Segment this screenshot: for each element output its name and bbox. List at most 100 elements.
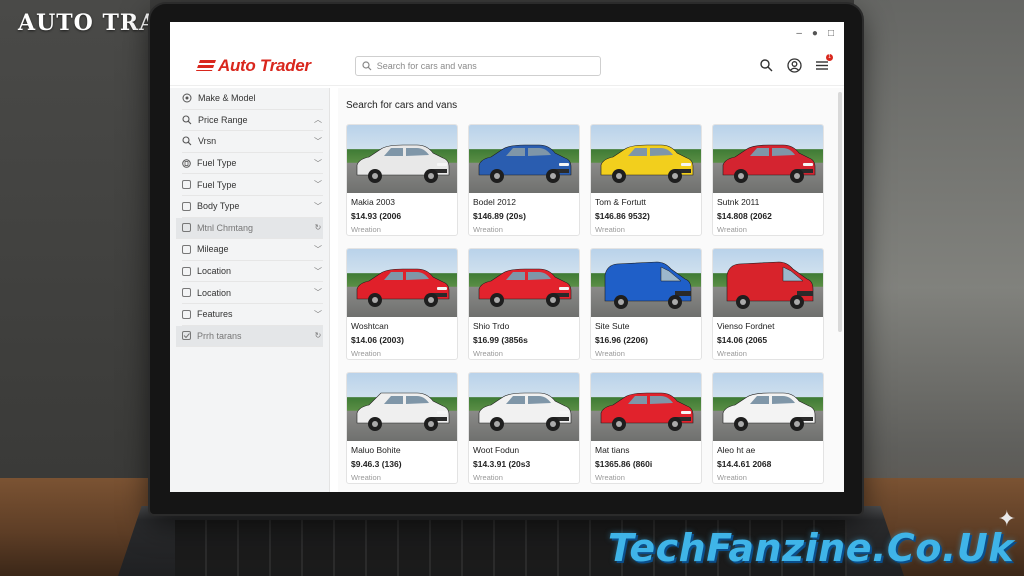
filter-label: Vrsn	[198, 136, 217, 147]
window-controls: – ● □	[796, 28, 834, 39]
search-icon	[182, 115, 192, 125]
checkbox-icon[interactable]	[182, 288, 191, 298]
refresh-icon[interactable]: ↻	[313, 331, 323, 340]
search-icon[interactable]	[758, 58, 774, 74]
listing-title[interactable]: Maluo Bohite	[351, 445, 453, 457]
listing-price: $9.46.3 (136)	[351, 459, 402, 469]
listing-card[interactable]: Site Sute $16.96 (2206) Wreation	[590, 248, 702, 360]
listing-location: Wreation	[595, 349, 625, 358]
checkbox-icon[interactable]	[182, 223, 191, 233]
chevron-up-icon[interactable]: ︿	[313, 114, 323, 125]
listing-title[interactable]: Bodel 2012	[473, 197, 575, 209]
checkbox-icon[interactable]	[182, 309, 191, 319]
filter-sidebar: Make & Model Price Range ︿ Vrsn ﹀ Fuel Type ﹀ F…	[170, 88, 330, 492]
filter-5[interactable]: Body Type ﹀	[182, 196, 323, 218]
car-photo[interactable]	[591, 249, 701, 317]
maximize-icon[interactable]: ●	[812, 28, 818, 39]
logo-text: Auto Trader	[218, 55, 311, 75]
listing-card[interactable]: Woot Fodun $14.3.91 (20s3 Wreation	[468, 372, 580, 484]
listing-title[interactable]: Woshtcan	[351, 321, 453, 333]
listing-card[interactable]: Vienso Fordnet $14.06 (2065 Wreation	[712, 248, 824, 360]
filter-11[interactable]: Prrh tarans ↻	[176, 325, 323, 348]
chevron-down-icon[interactable]: ﹀	[313, 136, 323, 147]
filter-8[interactable]: Location ﹀	[182, 261, 323, 283]
listing-price: $14.06 (2065	[717, 335, 768, 345]
minimize-icon[interactable]: –	[796, 28, 802, 39]
search-input[interactable]	[376, 60, 577, 71]
listing-location: Wreation	[473, 349, 503, 358]
listing-price: $14.93 (2006	[351, 211, 402, 221]
chevron-down-icon[interactable]: ﹀	[313, 179, 323, 190]
listing-price: $16.99 (3856s	[473, 335, 528, 345]
car-photo[interactable]	[469, 249, 579, 317]
page-title: Search for cars and vans	[346, 100, 458, 111]
header-actions: 1	[758, 53, 833, 74]
car-photo[interactable]	[469, 373, 579, 441]
listing-title[interactable]: Vienso Fordnet	[717, 321, 819, 333]
listing-location: Wreation	[717, 349, 747, 358]
listing-location: Wreation	[351, 225, 381, 234]
car-photo[interactable]	[591, 373, 701, 441]
checkbox-icon[interactable]	[182, 201, 191, 211]
filter-3[interactable]: Fuel Type ﹀	[182, 153, 323, 175]
listing-card[interactable]: Tom & Fortutt $146.86 9532) Wreation	[590, 124, 702, 236]
notification-badge: 1	[826, 53, 833, 61]
listing-title[interactable]: Site Sute	[595, 321, 697, 333]
refresh-icon[interactable]: ↻	[313, 223, 323, 232]
car-photo[interactable]	[713, 249, 823, 317]
listing-card[interactable]: Mat tians $1365.86 (860i Wreation	[590, 372, 702, 484]
listing-card[interactable]: Woshtcan $14.06 (2003) Wreation	[346, 248, 458, 360]
results-panel: Search for cars and vans Makia 2003 $14.9…	[338, 88, 844, 492]
listing-card[interactable]: Sutnk 2011 $14.808 (2062 Wreation	[712, 124, 824, 236]
chevron-down-icon[interactable]: ﹀	[313, 244, 323, 255]
listing-title[interactable]: Tom & Fortutt	[595, 197, 697, 209]
auto-trader-logo[interactable]: Auto Trader	[195, 55, 311, 76]
filter-6[interactable]: Mtnl Chmtang ↻	[176, 217, 323, 240]
listing-title[interactable]: Woot Fodun	[473, 445, 575, 457]
chevron-down-icon[interactable]: ﹀	[313, 287, 323, 298]
chevron-down-icon[interactable]: ﹀	[313, 158, 323, 169]
filter-0[interactable]: Make & Model	[182, 88, 323, 110]
car-photo[interactable]	[347, 249, 457, 317]
listing-grid: Makia 2003 $14.93 (2006 Wreation Bodel 2012…	[346, 124, 828, 484]
car-photo[interactable]	[591, 125, 701, 193]
listing-title[interactable]: Shio Trdo	[473, 321, 575, 333]
listing-card[interactable]: Aleo ht ae $14.4.61 2068 Wreation	[712, 372, 824, 484]
listing-card[interactable]: Shio Trdo $16.99 (3856s Wreation	[468, 248, 580, 360]
menu-icon[interactable]: 1	[814, 53, 833, 74]
search-box[interactable]	[354, 55, 601, 76]
chevron-down-icon[interactable]: ﹀	[313, 266, 323, 277]
listing-price: $1365.86 (860i	[595, 459, 653, 469]
checkbox-icon[interactable]	[182, 244, 191, 254]
filter-4[interactable]: Fuel Type ﹀	[182, 174, 323, 196]
listing-title[interactable]: Sutnk 2011	[717, 197, 819, 209]
checkbox-checked-icon[interactable]	[182, 331, 191, 341]
checkbox-icon[interactable]	[182, 266, 191, 276]
user-icon[interactable]	[786, 58, 802, 74]
listing-title[interactable]: Mat tians	[595, 445, 697, 457]
close-icon[interactable]: □	[828, 28, 834, 39]
filter-9[interactable]: Location ﹀	[182, 282, 323, 304]
listing-card[interactable]: Makia 2003 $14.93 (2006 Wreation	[346, 124, 458, 236]
filter-7[interactable]: Mileage ﹀	[182, 239, 323, 261]
chevron-down-icon[interactable]: ﹀	[313, 201, 323, 212]
car-photo[interactable]	[713, 373, 823, 441]
listing-price: $146.89 (20s)	[473, 211, 526, 221]
checkbox-icon[interactable]	[182, 180, 191, 190]
car-photo[interactable]	[469, 125, 579, 193]
filter-10[interactable]: Features ﹀	[182, 304, 323, 326]
make-icon	[182, 93, 192, 103]
listing-title[interactable]: Makia 2003	[351, 197, 453, 209]
scrollbar[interactable]	[838, 92, 842, 332]
chevron-down-icon[interactable]: ﹀	[313, 309, 323, 320]
listing-title[interactable]: Aleo ht ae	[717, 445, 819, 457]
listing-card[interactable]: Maluo Bohite $9.46.3 (136) Wreation	[346, 372, 458, 484]
listing-card[interactable]: Bodel 2012 $146.89 (20s) Wreation	[468, 124, 580, 236]
filter-2[interactable]: Vrsn ﹀	[182, 131, 323, 153]
filter-1[interactable]: Price Range ︿	[182, 110, 323, 132]
car-photo[interactable]	[347, 373, 457, 441]
filter-label: Location	[197, 266, 232, 277]
car-photo[interactable]	[347, 125, 457, 193]
search-icon	[362, 60, 372, 70]
car-photo[interactable]	[713, 125, 823, 193]
